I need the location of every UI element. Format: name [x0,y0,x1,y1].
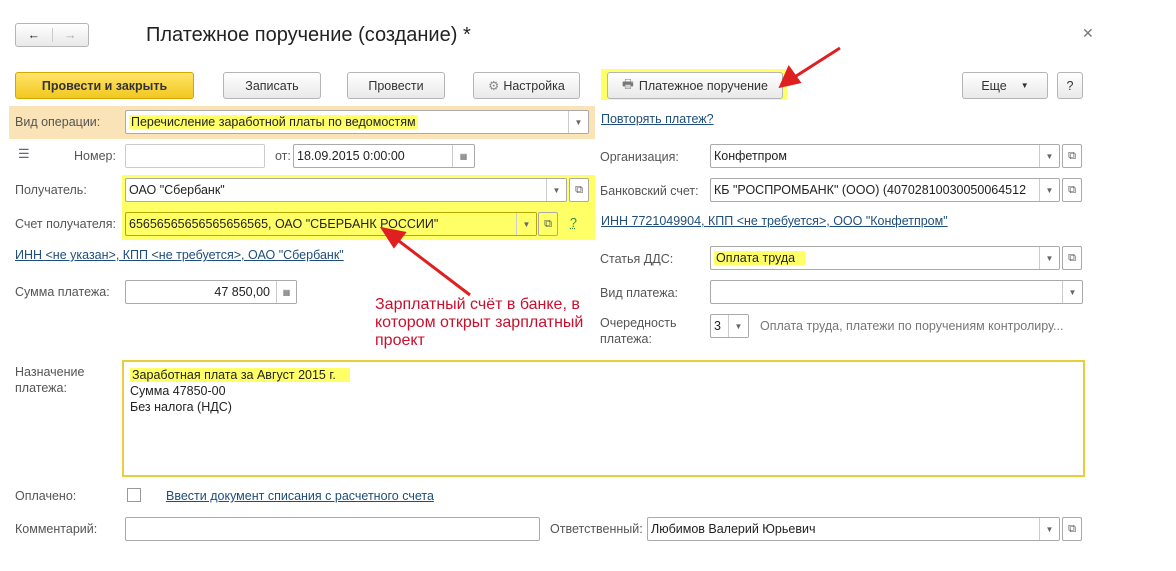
chevron-down-icon[interactable]: ▼ [1039,518,1059,540]
arrow-to-print-button [792,46,841,80]
purpose-label: Назначение платежа: [15,365,85,395]
annotation-arrows [379,46,841,297]
comment-input[interactable] [125,517,540,541]
comment-label: Комментарий: [15,522,98,536]
responsible-select[interactable]: Любимов Валерий Юрьевич ▼ [647,517,1060,541]
arrow-to-account [394,236,471,297]
responsible-value: Любимов Валерий Юрьевич [651,522,816,536]
purpose-line: Заработная плата за Август 2015 г. [130,367,1077,383]
paid-checkbox[interactable] [127,488,141,502]
purpose-line: Без налога (НДС) [130,400,232,414]
write-off-document-link[interactable]: Ввести документ списания с расчетного сч… [166,489,434,503]
responsible-label: Ответственный: [550,522,643,536]
purpose-line: Сумма 47850-00 [130,384,226,398]
paid-label: Оплачено: [15,489,77,503]
arrowhead-icon [778,64,802,89]
open-responsible-icon[interactable]: ⧉ [1062,517,1082,541]
purpose-textarea[interactable]: Заработная плата за Август 2015 г. Сумма… [122,360,1085,477]
